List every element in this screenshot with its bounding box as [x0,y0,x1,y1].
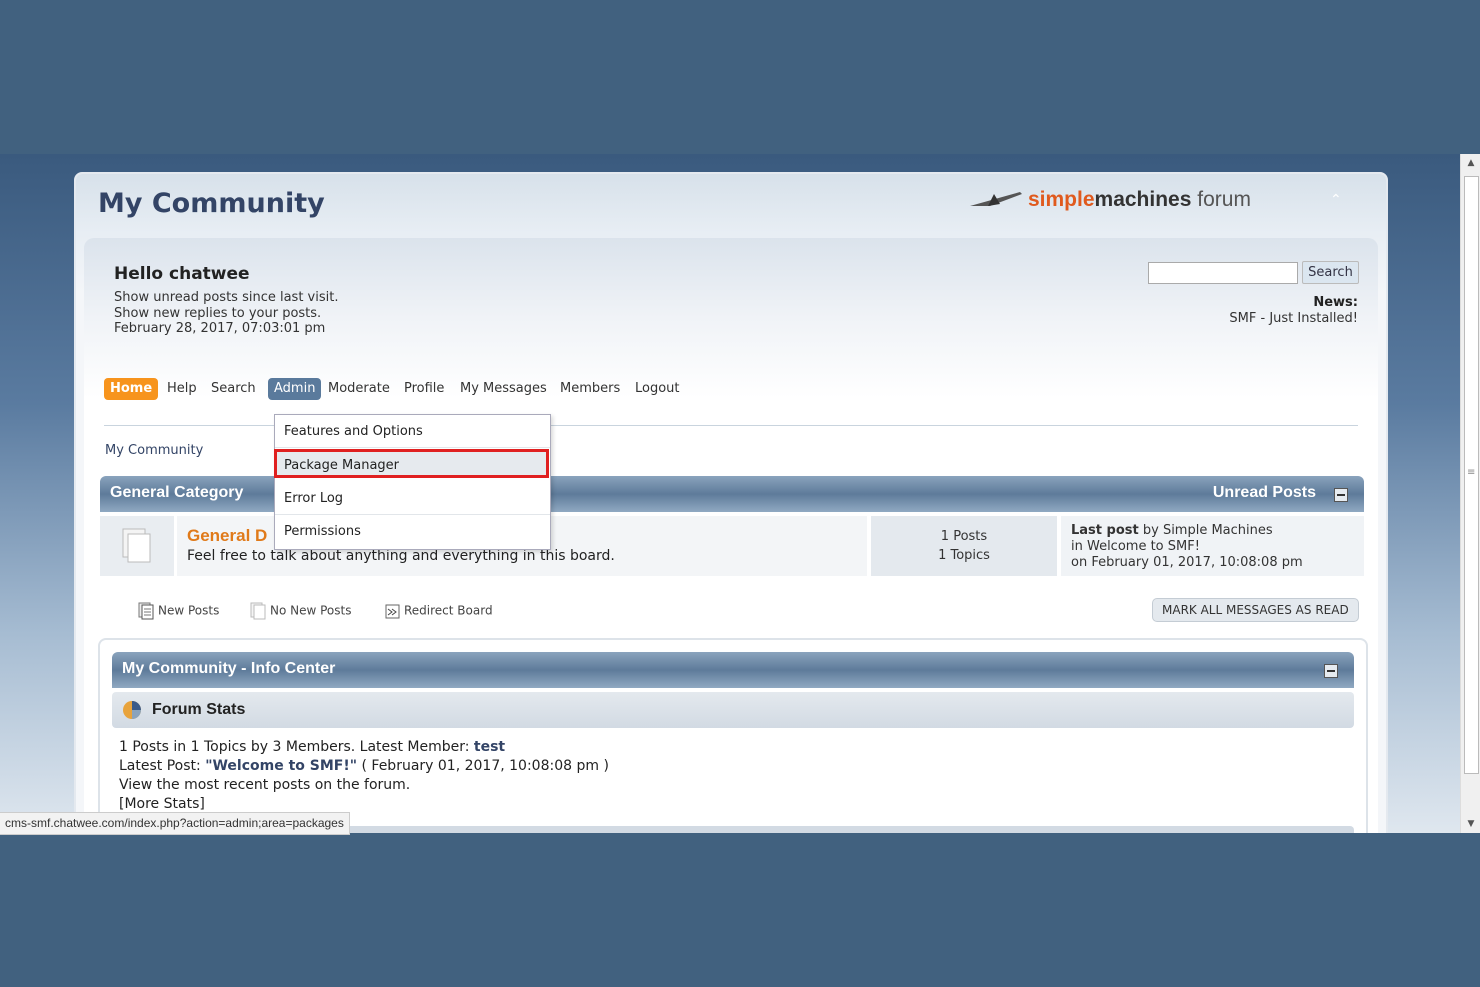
menu-logout[interactable]: Logout [635,378,680,400]
dropdown-package-manager[interactable]: Package Manager [275,449,550,482]
info-center-header: My Community - Info Center [112,652,1354,688]
browser-viewport: My Community simplemachines forum ⌃ Hell… [0,154,1480,833]
legend-new-posts: New Posts [138,602,219,620]
unread-posts-link[interactable]: Show unread posts since last visit. [114,290,338,306]
grip-icon: ≡ [1467,467,1476,478]
redirect-icon [385,604,400,619]
user-info: Show unread posts since last visit. Show… [114,290,338,337]
menu-help[interactable]: Help [167,378,197,400]
menu-members[interactable]: Members [560,378,620,400]
last-post-topic[interactable]: in Welcome to SMF! [1071,539,1354,555]
site-title[interactable]: My Community [98,188,325,219]
no-new-posts-icon [122,528,151,563]
board-description: Feel free to talk about anything and eve… [187,548,615,564]
board-stats: 1 Posts 1 Topics [871,516,1057,576]
dropdown-permissions[interactable]: Permissions [275,515,550,548]
collapse-icon[interactable] [1324,664,1338,678]
vertical-scrollbar[interactable]: ▲ ≡ ▼ [1460,154,1480,833]
new-replies-link[interactable]: Show new replies to your posts. [114,306,338,322]
recent-posts-link[interactable]: View the most recent posts on the forum. [119,776,609,795]
status-bar-url: cms-smf.chatwee.com/index.php?action=adm… [0,812,350,835]
new-posts-icon [138,602,154,620]
menu-admin[interactable]: Admin [268,378,322,400]
forum-stats-body: 1 Posts in 1 Topics by 3 Members. Latest… [119,739,609,812]
user-greeting: Hello chatwee [114,264,250,284]
menu-my-messages[interactable]: My Messages [460,378,547,400]
scroll-up-icon[interactable]: ▲ [1461,154,1480,172]
unread-posts-link[interactable]: Unread Posts [1213,484,1316,502]
breadcrumb[interactable]: My Community [105,443,203,458]
menu-moderate[interactable]: Moderate [328,378,390,400]
board-last-post: Last post by Simple Machines in Welcome … [1061,516,1364,576]
latest-member-link[interactable]: test [474,739,505,755]
dropdown-features-and-options[interactable]: Features and Options [275,415,550,448]
scroll-down-icon[interactable]: ▼ [1461,815,1480,833]
pie-chart-icon [123,701,141,719]
info-center-title: My Community - Info Center [122,660,336,677]
no-new-posts-icon [250,602,266,620]
admin-dropdown-menu: Features and Options Package Manager Err… [274,414,551,550]
legend-redirect-board: Redirect Board [384,602,493,620]
search-button[interactable]: Search [1302,261,1359,284]
forum-stats-header: Forum Stats [112,692,1354,728]
menu-home[interactable]: Home [104,378,159,400]
legend-no-new-posts: No New Posts [250,602,351,620]
info-center: My Community - Info Center Forum Stats 1… [98,638,1368,833]
category-title[interactable]: General Category [110,484,243,502]
forum-stats-title: Forum Stats [152,701,246,718]
menu-profile[interactable]: Profile [404,378,444,400]
scroll-thumb[interactable]: ≡ [1464,176,1479,774]
dropdown-error-log[interactable]: Error Log [275,482,550,515]
collapse-icon[interactable] [1334,488,1348,502]
board-name[interactable]: General D [187,526,267,546]
chevron-up-icon[interactable]: ⌃ [1330,192,1342,208]
news-label: News: [1313,295,1358,310]
mark-all-read-button[interactable]: MARK ALL MESSAGES AS READ [1152,598,1359,622]
forum-frame: My Community simplemachines forum ⌃ Hell… [74,172,1388,833]
smf-logo[interactable]: simplemachines forum [970,188,1251,212]
latest-post-link[interactable]: "Welcome to SMF!" [205,758,357,774]
news-text: SMF - Just Installed! [1229,311,1358,326]
smf-logo-icon [970,192,1022,206]
search-input[interactable] [1148,262,1298,284]
menu-search[interactable]: Search [211,378,256,400]
current-date: February 28, 2017, 07:03:01 pm [114,321,326,336]
